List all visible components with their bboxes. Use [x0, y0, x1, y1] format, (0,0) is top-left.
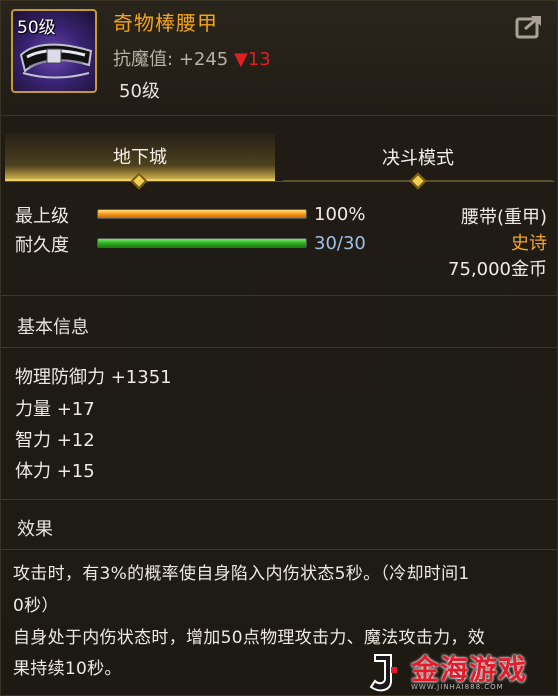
stat-down-arrow-icon: ▼: [234, 49, 248, 70]
magic-resist-stat: 抗魔值: +245 ▼13: [113, 45, 271, 71]
watermark: 金海游戏 WWW.JINHAI888.COM: [361, 649, 558, 696]
grade-bar: [97, 209, 307, 219]
item-rarity: 史诗: [511, 233, 547, 254]
grade-value: 100%: [314, 204, 366, 225]
section-divider: [1, 549, 558, 550]
effect-text-1: 攻击时，有3%的概率使自身陷入内伤状态5秒。（冷却时间1: [13, 564, 470, 584]
durability-bar: [97, 238, 307, 248]
item-type: 腰带(重甲): [460, 207, 547, 228]
item-price: 75,000金币: [448, 259, 547, 280]
attr-physical-defense: 物理防御力 +1351: [15, 367, 172, 388]
attr-strength: 力量 +17: [15, 399, 95, 420]
effect-text-2: 0秒）: [13, 596, 59, 616]
section-divider: [1, 347, 558, 348]
stat-label: 抗魔值:: [113, 49, 174, 70]
watermark-logo-icon: [369, 654, 397, 692]
item-tooltip-panel: 50级 奇物棒腰甲 抗魔值: +245 ▼13 50级 地下城 决斗模式 最上级…: [0, 0, 558, 696]
header-divider: [1, 115, 558, 116]
grade-bar-fill: [98, 210, 306, 218]
grade-label: 最上级: [15, 206, 69, 227]
stat-change-value: 13: [247, 49, 271, 70]
belt-icon: [19, 43, 93, 79]
section-divider: [1, 295, 558, 296]
icon-level-label: 50级: [17, 18, 56, 38]
item-name: 奇物棒腰甲: [113, 11, 218, 35]
required-level: 50级: [119, 81, 160, 102]
durability-label: 耐久度: [15, 235, 69, 256]
share-icon[interactable]: [515, 13, 545, 39]
attr-vitality: 体力 +15: [15, 461, 95, 482]
effect-title: 效果: [17, 519, 53, 540]
tab-underline: [5, 181, 555, 182]
attr-intelligence: 智力 +12: [15, 430, 95, 451]
basic-info-title: 基本信息: [17, 317, 89, 338]
item-icon-frame[interactable]: 50级: [11, 9, 97, 93]
stat-value: +245: [178, 49, 229, 70]
durability-value: 30/30: [314, 233, 366, 254]
section-divider: [1, 499, 558, 500]
durability-bar-fill: [98, 239, 306, 247]
watermark-text: 金海游戏: [411, 653, 528, 686]
